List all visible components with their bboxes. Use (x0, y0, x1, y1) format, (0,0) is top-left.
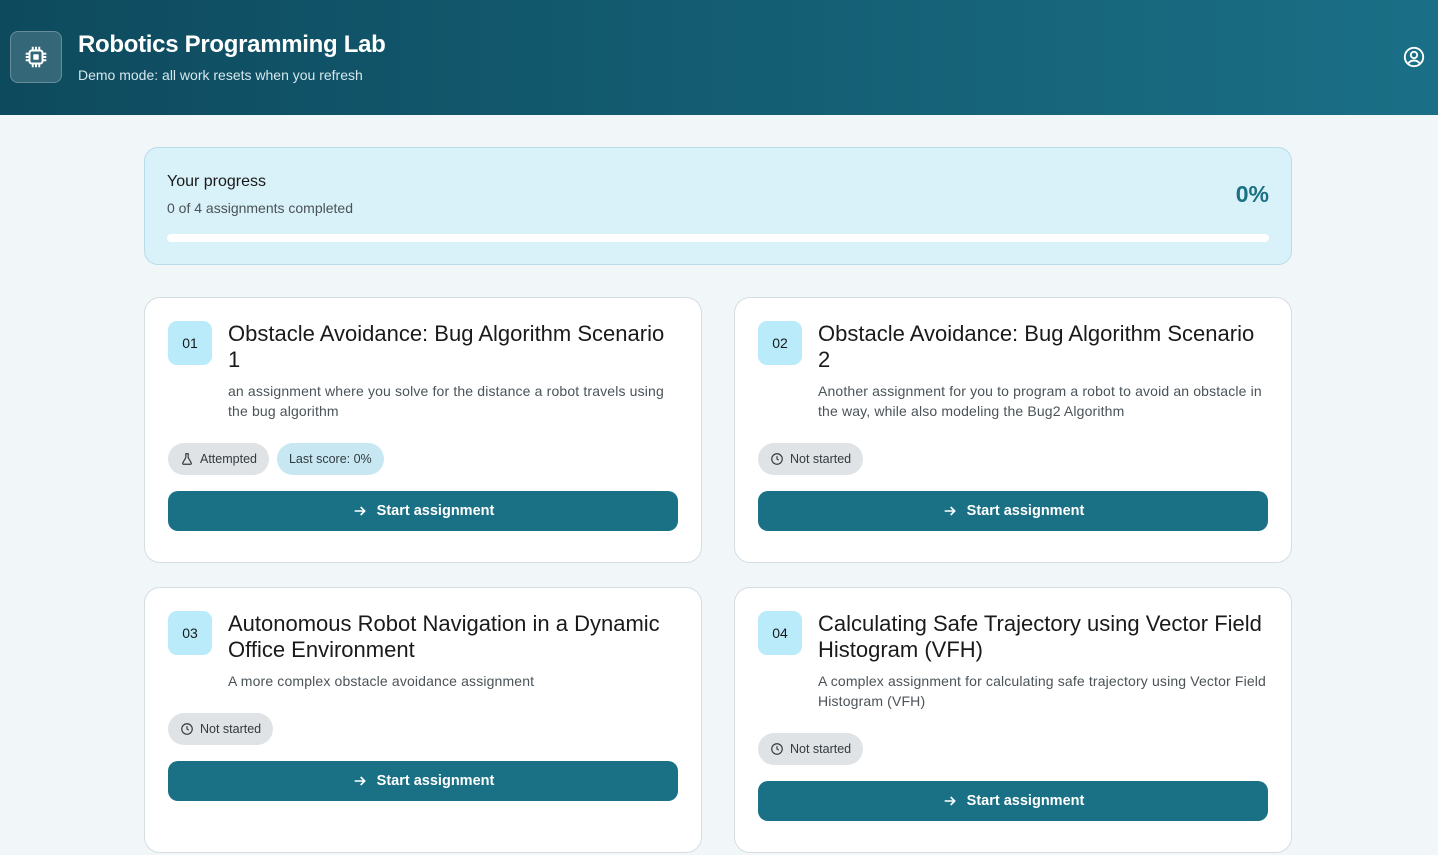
start-assignment-label: Start assignment (966, 503, 1085, 519)
status-badge: Attempted (168, 443, 269, 475)
assignment-card-4: 04 Calculating Safe Trajectory using Vec… (734, 587, 1292, 853)
start-assignment-label: Start assignment (376, 503, 495, 519)
app-title: Robotics Programming Lab (78, 31, 386, 58)
assignment-chips: Attempted Last score: 0% (168, 443, 384, 475)
progress-card: Your progress 0 of 4 assignments complet… (144, 147, 1292, 265)
assignment-number: 04 (758, 611, 802, 655)
score-badge: Last score: 0% (276, 443, 384, 475)
account-circle-icon (1403, 46, 1425, 68)
assignment-chips: Not started (168, 713, 274, 745)
logo (10, 31, 62, 83)
app-subtitle: Demo mode: all work resets when you refr… (78, 67, 363, 83)
assignment-card-1: 01 Obstacle Avoidance: Bug Algorithm Sce… (144, 297, 702, 563)
assignment-title: Obstacle Avoidance: Bug Algorithm Scenar… (818, 321, 1255, 372)
assignment-number: 01 (168, 321, 212, 365)
arrow-right-icon (944, 796, 956, 806)
progress-count: 0 of 4 assignments completed (167, 200, 353, 216)
assignment-description: an assignment where you solve for the di… (228, 383, 664, 419)
arrow-right-icon (354, 506, 366, 516)
score-label: Last score: 0% (288, 452, 372, 466)
status-label: Attempted (200, 452, 257, 466)
status-label: Not started (200, 722, 262, 736)
assignment-number: 03 (168, 611, 212, 655)
start-assignment-button[interactable]: Start assignment (758, 491, 1268, 531)
clock-icon (181, 723, 193, 735)
start-assignment-label: Start assignment (966, 793, 1085, 809)
chip-icon (25, 46, 47, 68)
assignment-card-2: 02 Obstacle Avoidance: Bug Algorithm Sce… (734, 297, 1292, 563)
status-label: Not started (790, 742, 852, 756)
start-assignment-button[interactable]: Start assignment (168, 761, 678, 801)
status-badge: Not started (758, 443, 864, 475)
app-header: Robotics Programming Lab Demo mode: all … (0, 0, 1438, 115)
assignment-number: 02 (758, 321, 802, 365)
assignment-title: Calculating Safe Trajectory using Vector… (818, 611, 1262, 662)
arrow-right-icon (354, 776, 366, 786)
progress-percent: 0% (1235, 181, 1269, 207)
status-badge: Not started (168, 713, 274, 745)
arrow-right-icon (944, 506, 956, 516)
assignment-title: Autonomous Robot Navigation in a Dynamic… (228, 611, 660, 662)
status-label: Not started (790, 452, 852, 466)
start-assignment-button[interactable]: Start assignment (168, 491, 678, 531)
assignment-card-3: 03 Autonomous Robot Navigation in a Dyna… (144, 587, 702, 853)
assignment-chips: Not started (758, 443, 864, 475)
clock-icon (771, 453, 783, 465)
progress-title: Your progress (167, 173, 267, 190)
status-badge: Not started (758, 733, 864, 765)
account-button[interactable] (1400, 43, 1428, 71)
assignment-description: A more complex obstacle avoidance assign… (228, 673, 535, 689)
clock-icon (771, 743, 783, 755)
start-assignment-button[interactable]: Start assignment (758, 781, 1268, 821)
flask-icon (182, 453, 192, 465)
assignment-chips: Not started (758, 733, 864, 765)
start-assignment-label: Start assignment (376, 773, 495, 789)
assignment-description: Another assignment for you to program a … (818, 383, 1262, 419)
assignment-description: A complex assignment for calculating saf… (818, 673, 1266, 709)
assignment-title: Obstacle Avoidance: Bug Algorithm Scenar… (228, 321, 665, 372)
progress-bar (167, 234, 1269, 242)
